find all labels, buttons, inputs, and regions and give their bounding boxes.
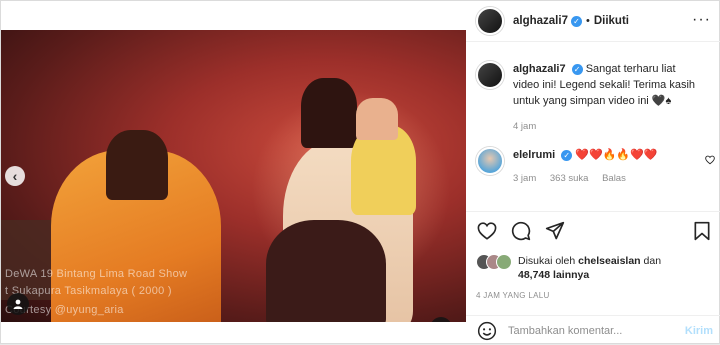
action-bar [476,220,566,242]
comment-time: 4 jam [513,121,537,132]
video-caption-line1: DeWA 19 Bintang Lima Road Show [5,268,188,280]
user-tag-icon[interactable] [7,293,29,315]
verified-badge-icon: ✓ [571,63,583,75]
comment-likes[interactable]: 363 suka [550,173,589,184]
emoji-icon[interactable] [476,320,498,342]
follow-status-button[interactable]: Diikuti [594,15,629,27]
avatar[interactable] [476,7,504,35]
caption-comment: alghazali7 ✓ Sangat terharu liat video i… [476,61,703,135]
likes-connector: dan [643,255,662,267]
comment-meta: 4 jam [513,119,703,135]
guitarist-head [106,130,168,200]
add-comment-bar: Kirim [466,315,720,345]
singer-head [301,78,357,148]
video-caption-line2: t Sukapura Tasikmalaya ( 2000 ) [5,285,172,297]
carousel-prev-button[interactable]: ‹ [5,166,25,186]
comment-username[interactable]: alghazali7 [513,63,566,75]
share-icon[interactable] [544,220,566,242]
comment-time: 3 jam [513,173,537,184]
likes-prefix: Disukai oleh [518,255,576,267]
post-header: alghazali7 ✓ • Diikuti ··· [466,1,720,42]
comment-meta: 3 jam 363 suka Balas [513,171,703,187]
likes-summary: Disukai oleh chelseaislan dan 48,748 lai… [476,254,698,282]
bassist-figure [266,220,386,322]
likes-text: Disukai oleh chelseaislan dan 48,748 lai… [518,254,698,282]
author-username[interactable]: alghazali7 [513,15,568,27]
comment-like-icon[interactable] [705,155,715,168]
follow-separator: • [585,15,590,27]
bookmark-icon[interactable] [691,220,713,242]
child-head [356,98,398,140]
avatar[interactable] [476,147,504,175]
comment-input[interactable] [508,324,678,337]
post-actions-section: Disukai oleh chelseaislan dan 48,748 lai… [466,211,720,300]
likes-count[interactable]: 48,748 lainnya [518,269,589,281]
verified-badge-icon: ✓ [561,149,573,161]
comments-list: alghazali7 ✓ Sangat terharu liat video i… [466,51,720,206]
liker-username[interactable]: chelseaislan [578,255,640,267]
comment-text: ❤️❤️🔥🔥❤️❤️ [575,149,658,161]
comment-username[interactable]: elelrumi [513,149,555,161]
post-side-panel: alghazali7 ✓ • Diikuti ··· alghazali7 ✓ … [466,1,720,345]
comment-icon[interactable] [510,220,532,242]
post-video[interactable]: DeWA 19 Bintang Lima Road Show t Sukapur… [1,30,466,322]
post-timestamp[interactable]: 4 JAM YANG LALU [476,291,550,300]
reply-button[interactable]: Balas [602,173,626,184]
list-item: elelrumi ✓ ❤️❤️🔥🔥❤️❤️ 3 jam 363 suka Bal… [476,147,703,187]
like-icon[interactable] [476,220,498,242]
avatar[interactable] [476,61,504,89]
avatar [496,254,512,270]
mute-icon[interactable] [430,317,452,322]
post-dialog: DeWA 19 Bintang Lima Road Show t Sukapur… [0,0,720,344]
verified-badge-icon: ✓ [570,15,582,27]
more-options-icon[interactable]: ··· [692,11,711,29]
post-comment-button[interactable]: Kirim [685,325,713,337]
